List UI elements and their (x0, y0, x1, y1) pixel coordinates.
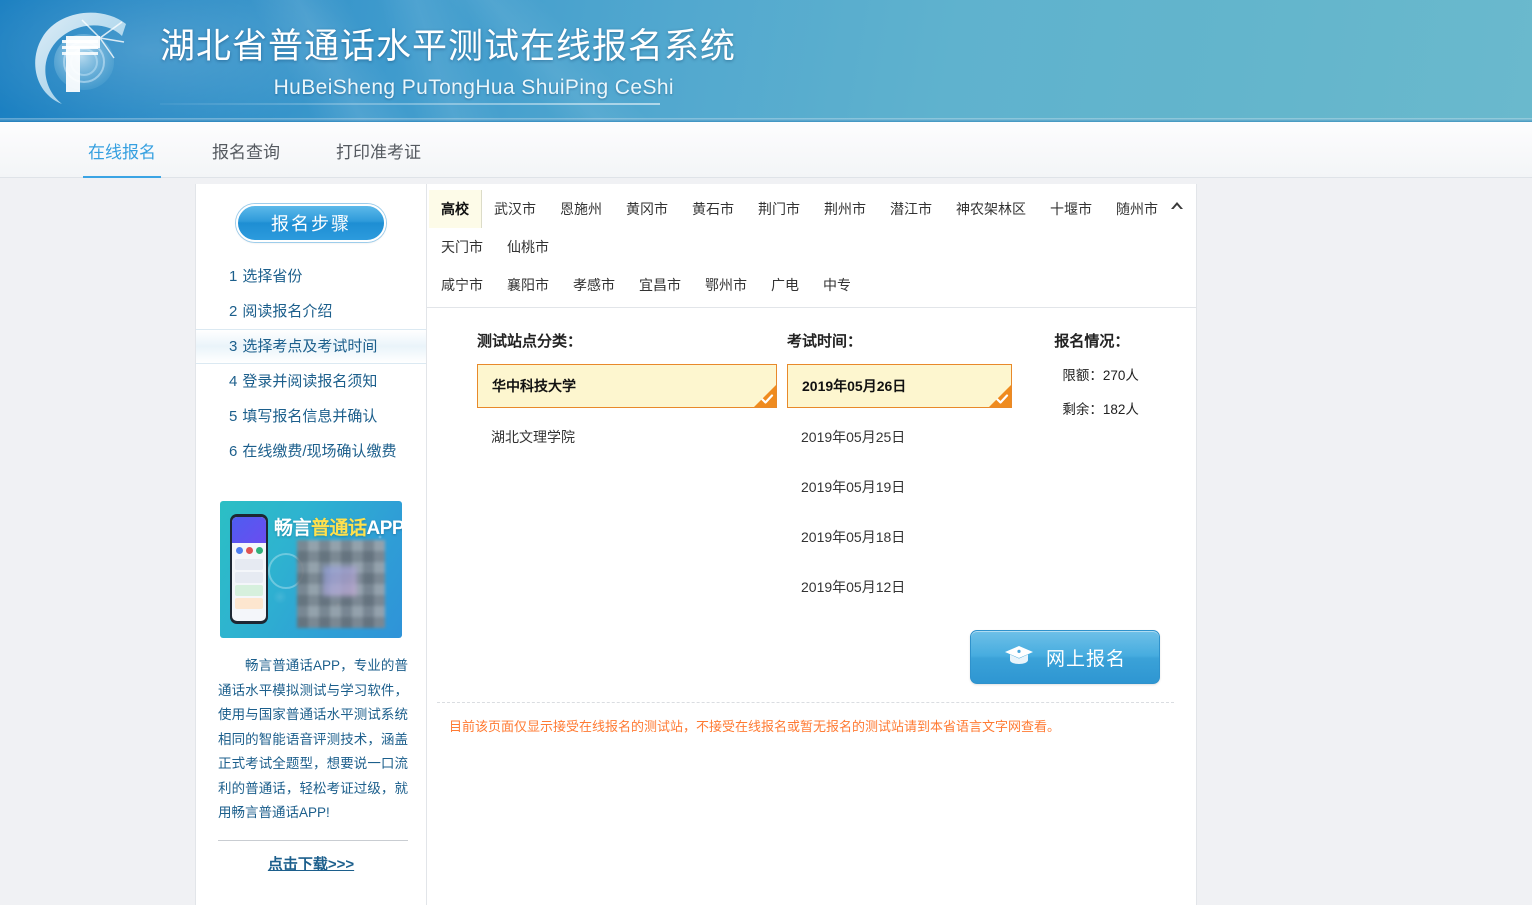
step-5-number: 5 (229, 408, 238, 425)
quota-column: 报名情况： 限额：270人 剩余：182人 (1036, 330, 1196, 616)
tab-suizhou[interactable]: 随州市 (1104, 190, 1170, 228)
step-4-label: 登录并阅读报名须知 (242, 373, 378, 390)
tab-jingmen[interactable]: 荆门市 (746, 190, 812, 228)
check-icon (761, 394, 774, 404)
step-1-label: 选择省份 (242, 268, 303, 285)
tab-guangdian[interactable]: 广电 (759, 266, 811, 304)
online-signup-label: 网上报名 (1045, 648, 1126, 670)
blurred-qr-code-icon (297, 540, 385, 628)
page-body: 报名步骤 1 选择省份 2 阅读报名介绍 3 选择考点及考试时间 4 登录并阅读报名须知… (0, 178, 1532, 905)
tab-tianmen[interactable]: 天门市 (429, 228, 495, 266)
test-site-column: 测试站点分类： 华中科技大学 湖北文理学院 (427, 330, 777, 616)
banner-title-part1: 畅言 (274, 518, 312, 539)
step-5-label: 填写报名信息并确认 (242, 408, 378, 425)
sidebar-item-step-3[interactable]: 3 选择考点及考试时间 (196, 329, 426, 364)
quota-remaining: 剩余：182人 (1062, 402, 1139, 417)
download-link[interactable]: 点击下载>>> (196, 853, 426, 874)
city-tabs-row-1: 高校 武汉市 恩施州 黄冈市 黄石市 荆门市 荆州市 潜江市 神农架林区 十堰市… (427, 190, 1196, 266)
quota-header: 报名情况： (1054, 333, 1130, 350)
signup-button-row: 网上报名 (427, 616, 1196, 684)
tab-xianning[interactable]: 咸宁市 (429, 266, 495, 304)
phone-mockup-icon (230, 514, 268, 624)
exam-time-header: 考试时间： (787, 333, 863, 350)
step-2-label: 阅读报名介绍 (242, 303, 333, 320)
header-title-block: 湖北省普通话水平测试在线报名系统 HuBeiSheng PuTongHua Sh… (160, 18, 737, 105)
step-6-label: 在线缴费/现场确认缴费 (242, 443, 397, 460)
time-option-0512-label: 2019年05月12日 (801, 579, 906, 595)
selection-columns: 测试站点分类： 华中科技大学 湖北文理学院 考试时间： 2019年05月26日 (427, 308, 1196, 616)
tab-enshi[interactable]: 恩施州 (548, 190, 614, 228)
tab-xiantao[interactable]: 仙桃市 (495, 228, 561, 266)
step-6-number: 6 (229, 443, 238, 460)
p-swoosh-logo-icon (22, 8, 152, 116)
sidebar: 报名步骤 1 选择省份 2 阅读报名介绍 3 选择考点及考试时间 4 登录并阅读报名须知… (195, 184, 427, 905)
site-option-hust-label: 华中科技大学 (492, 378, 576, 394)
page-subtitle: HuBeiSheng PuTongHua ShuiPing CeShi (273, 76, 674, 99)
tab-xiangyang[interactable]: 襄阳市 (495, 266, 561, 304)
chevron-up-icon[interactable] (1168, 196, 1186, 214)
tab-xiaogan[interactable]: 孝感市 (561, 266, 627, 304)
time-option-0512[interactable]: 2019年05月12日 (787, 566, 1012, 608)
time-option-0519[interactable]: 2019年05月19日 (787, 466, 1012, 508)
tab-zhongzhuan[interactable]: 中专 (811, 266, 863, 304)
banner-title-part2: 普通话 (311, 518, 367, 539)
quota-limit: 限额：270人 (1062, 368, 1139, 383)
tab-huangshi[interactable]: 黄石市 (680, 190, 746, 228)
step-3-label: 选择考点及考试时间 (242, 338, 378, 355)
site-option-hbuas[interactable]: 湖北文理学院 (477, 416, 777, 458)
sidebar-item-step-2[interactable]: 2 阅读报名介绍 (196, 294, 426, 329)
tab-shennongjia[interactable]: 神农架林区 (944, 190, 1038, 228)
banner-title-part3: APP (366, 518, 402, 539)
tab-gaoxiao[interactable]: 高校 (429, 190, 482, 228)
steps-list: 1 选择省份 2 阅读报名介绍 3 选择考点及考试时间 4 登录并阅读报名须知 5 填写报… (196, 259, 426, 469)
app-promo-banner[interactable]: 畅言普通话APP (220, 501, 402, 638)
time-option-0526[interactable]: 2019年05月26日 (787, 364, 1012, 408)
page-title: 湖北省普通话水平测试在线报名系统 (160, 27, 737, 66)
sidebar-item-step-4[interactable]: 4 登录并阅读报名须知 (196, 364, 426, 399)
site-option-hbuas-label: 湖北文理学院 (491, 429, 575, 445)
tab-ezhou[interactable]: 鄂州市 (693, 266, 759, 304)
sidebar-item-step-6[interactable]: 6 在线缴费/现场确认缴费 (196, 434, 426, 469)
main-navbar: 在线报名 报名查询 打印准考证 (0, 122, 1532, 179)
time-option-0519-label: 2019年05月19日 (801, 479, 906, 495)
tab-qianjiang[interactable]: 潜江市 (878, 190, 944, 228)
time-option-0518-label: 2019年05月18日 (801, 529, 906, 545)
nav-item-online-registration[interactable]: 在线报名 (83, 122, 161, 179)
exam-time-column: 考试时间： 2019年05月26日 2019年05月25日 2019年05月19… (777, 330, 1036, 616)
graduation-cap-icon (1004, 644, 1034, 671)
step-4-number: 4 (229, 373, 238, 390)
banner-title: 畅言普通话APP (274, 513, 402, 540)
time-option-0525-label: 2019年05月25日 (801, 429, 906, 445)
promo-divider (218, 839, 408, 841)
step-2-number: 2 (229, 303, 238, 320)
app-promo-description: 畅言普通话APP，专业的普通话水平模拟测试与学习软件，使用与国家普通话水平测试系… (218, 658, 408, 820)
tab-yichang[interactable]: 宜昌市 (627, 266, 693, 304)
test-site-header: 测试站点分类： (477, 333, 583, 350)
step-1-number: 1 (229, 268, 238, 285)
city-tabs-row-2: 咸宁市 襄阳市 孝感市 宜昌市 鄂州市 广电 中专 (427, 266, 1196, 304)
tab-shiyan[interactable]: 十堰市 (1038, 190, 1104, 228)
sidebar-item-step-5[interactable]: 5 填写报名信息并确认 (196, 399, 426, 434)
main-content-panel: 高校 武汉市 恩施州 黄冈市 黄石市 荆门市 荆州市 潜江市 神农架林区 十堰市… (427, 184, 1197, 905)
step-3-number: 3 (229, 338, 238, 355)
tab-jingzhou[interactable]: 荆州市 (812, 190, 878, 228)
warning-notice: 目前该页面仅显示接受在线报名的测试站，不接受在线报名或暂无报名的测试站请到本省语… (449, 719, 1061, 734)
time-option-0518[interactable]: 2019年05月18日 (787, 516, 1012, 558)
steps-title-button[interactable]: 报名步骤 (236, 204, 386, 242)
site-header: 湖北省普通话水平测试在线报名系统 HuBeiSheng PuTongHua Sh… (0, 0, 1532, 122)
site-option-hust[interactable]: 华中科技大学 (477, 364, 777, 408)
time-option-0525[interactable]: 2019年05月25日 (787, 416, 1012, 458)
nav-item-registration-query[interactable]: 报名查询 (212, 122, 280, 163)
time-option-0526-label: 2019年05月26日 (802, 378, 907, 394)
title-rule (160, 103, 660, 105)
city-tabs: 高校 武汉市 恩施州 黄冈市 黄石市 荆门市 荆州市 潜江市 神农架林区 十堰市… (427, 184, 1196, 308)
tab-wuhan[interactable]: 武汉市 (482, 190, 548, 228)
check-icon (996, 394, 1009, 404)
tab-huanggang[interactable]: 黄冈市 (614, 190, 680, 228)
nav-item-print-admission-ticket[interactable]: 打印准考证 (336, 122, 421, 163)
online-signup-button[interactable]: 网上报名 (970, 630, 1160, 684)
sidebar-item-step-1[interactable]: 1 选择省份 (196, 259, 426, 294)
tabs-separator (427, 307, 1196, 308)
